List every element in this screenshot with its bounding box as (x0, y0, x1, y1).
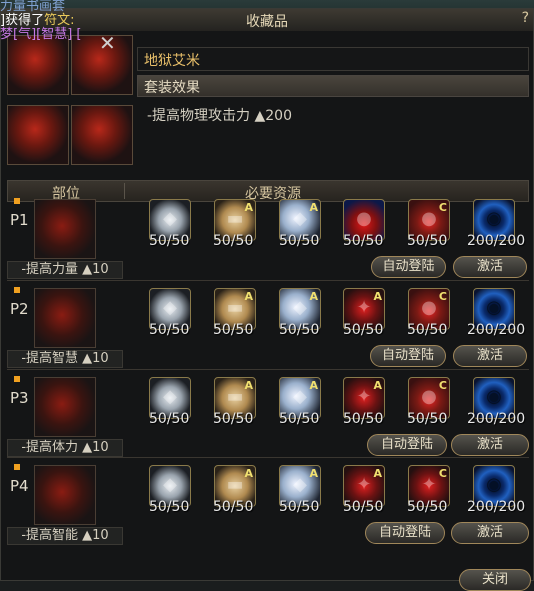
ore-icon: ◆ (163, 208, 177, 229)
vortex-icon: ◉ (486, 208, 502, 229)
ore-icon: ◆ (163, 386, 177, 407)
part-image[interactable] (34, 288, 96, 348)
resource-count: 50/50 (213, 499, 254, 515)
set-effect-text: -提高物理攻击力 ▲200 (147, 108, 292, 124)
resource-count: 50/50 (343, 499, 384, 515)
grade-badge: A (309, 379, 318, 392)
grade-badge: A (244, 201, 253, 214)
part-label: P2 (10, 300, 29, 318)
resource-count: 50/50 (343, 233, 384, 249)
resource-count: 50/50 (279, 499, 320, 515)
grade-badge: C (438, 467, 447, 480)
row-marker (14, 287, 20, 293)
resource-count: 200/200 (467, 411, 526, 427)
row-divider (7, 280, 529, 281)
table-row: P1 -提高力量 ▲10 ◆ 50/50 ▬ A 50/50 ◆ A 50/50 ● 50/50 ● C 5… (7, 195, 529, 281)
set-piece-thumbnail[interactable] (71, 105, 133, 165)
auto-register-button[interactable]: 自动登陆 (371, 256, 446, 278)
resource-count: 50/50 (213, 233, 254, 249)
resource-count: 50/50 (213, 322, 254, 338)
set-name: 地狱艾米 (137, 47, 529, 71)
grade-badge: A (309, 290, 318, 303)
resource-count: 50/50 (343, 322, 384, 338)
ore-icon: ◆ (163, 297, 177, 318)
part-effect: -提高智慧 ▲10 (7, 350, 123, 368)
grade-badge: A (244, 467, 253, 480)
resource-count: 200/200 (467, 499, 526, 515)
auto-register-button[interactable]: 自动登陆 (365, 522, 445, 544)
potion-icon: ● (356, 208, 372, 229)
chat-text: ]获得了 (0, 13, 45, 28)
part-label: P1 (10, 211, 29, 229)
grade-badge: C (438, 290, 447, 303)
chat-overlay: 力量书画套 ]获得了符文: 梦[气][智慧] [ (0, 0, 120, 46)
resource-count: 200/200 (467, 322, 526, 338)
resource-count: 50/50 (407, 233, 448, 249)
set-piece-thumbnail[interactable] (7, 105, 69, 165)
table-row: P4 -提高智能 ▲10 ◆ 50/50 ▬ A 50/50 ◆ A 50/50 ✦ A 50/50 ✦ C… (7, 461, 529, 547)
auto-register-button[interactable]: 自动登陆 (370, 345, 446, 367)
ore-icon: ◆ (163, 474, 177, 495)
activate-button[interactable]: 激活 (453, 345, 527, 367)
vortex-icon: ◉ (486, 474, 502, 495)
resource-count: 50/50 (149, 411, 190, 427)
part-image[interactable] (34, 199, 96, 259)
vortex-icon: ◉ (486, 386, 502, 407)
grade-badge: A (309, 201, 318, 214)
grade-badge: C (438, 201, 447, 214)
resource-count: 50/50 (407, 499, 448, 515)
resource-count: 50/50 (149, 499, 190, 515)
part-label: P3 (10, 389, 29, 407)
grade-badge: A (244, 379, 253, 392)
close-button[interactable]: 关闭 (459, 569, 531, 591)
chat-item-link[interactable]: 符文: (44, 13, 74, 28)
auto-register-button[interactable]: 自动登陆 (367, 434, 447, 456)
part-effect: -提高智能 ▲10 (7, 527, 123, 545)
resource-count: 50/50 (279, 233, 320, 249)
row-marker (14, 376, 20, 382)
vortex-icon: ◉ (486, 297, 502, 318)
part-image[interactable] (34, 377, 96, 437)
row-divider (7, 457, 529, 458)
resource-count: 50/50 (149, 233, 190, 249)
part-label: P4 (10, 477, 29, 495)
row-divider (7, 369, 529, 370)
resource-count: 50/50 (213, 411, 254, 427)
collection-window: 收藏品 ? ✕ 地狱艾米 套装效果 -提高物理攻击力 ▲200 部位 必要资源 … (0, 8, 534, 591)
resource-count: 50/50 (279, 411, 320, 427)
part-effect: -提高力量 ▲10 (7, 261, 123, 279)
table-row: P2 -提高智慧 ▲10 ◆ 50/50 ▬ A 50/50 ◆ A 50/50 ✦ A 50/50 ● C… (7, 284, 529, 370)
part-effect: -提高体力 ▲10 (7, 439, 123, 457)
grade-badge: A (373, 379, 382, 392)
resource-count: 200/200 (467, 233, 526, 249)
table-row: P3 -提高体力 ▲10 ◆ 50/50 ▬ A 50/50 ◆ A 50/50 ✦ A 50/50 ● C… (7, 373, 529, 459)
grade-badge: A (373, 467, 382, 480)
activate-button[interactable]: 激活 (451, 434, 529, 456)
row-marker (14, 198, 20, 204)
grade-badge: A (309, 467, 318, 480)
grade-badge: A (244, 290, 253, 303)
row-marker (14, 464, 20, 470)
resource-count: 50/50 (407, 322, 448, 338)
chat-line: 梦[气][智慧] [ (0, 27, 82, 42)
part-image[interactable] (34, 465, 96, 525)
grade-badge: C (438, 379, 447, 392)
activate-button[interactable]: 激活 (451, 522, 529, 544)
activate-button[interactable]: 激活 (453, 256, 527, 278)
resource-count: 50/50 (343, 411, 384, 427)
resource-count: 50/50 (407, 411, 448, 427)
resource-count: 50/50 (279, 322, 320, 338)
chat-line: ]获得了符文: (0, 14, 120, 28)
set-effect-header: 套装效果 (137, 75, 529, 97)
help-button[interactable]: ? (522, 10, 529, 26)
resource-count: 50/50 (149, 322, 190, 338)
chat-line: 力量书画套 (0, 0, 66, 14)
grade-badge: A (373, 290, 382, 303)
